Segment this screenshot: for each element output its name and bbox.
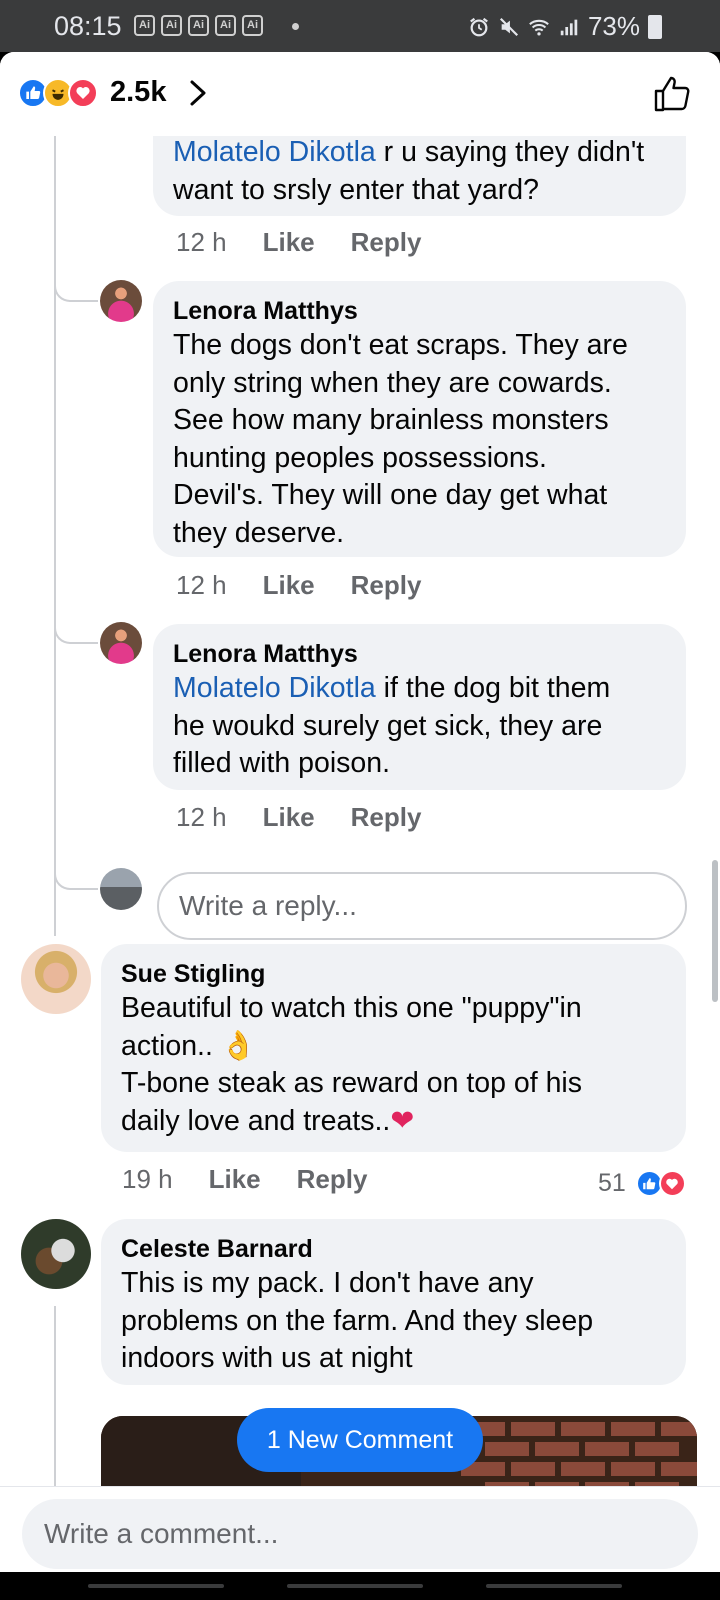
avatar[interactable] [100, 622, 142, 664]
comment-text: only string when they are cowards. [173, 366, 612, 399]
reply-comment-button[interactable]: Reply [351, 227, 422, 258]
mention-link[interactable]: Molatelo Dikotla [173, 672, 376, 704]
avatar[interactable] [100, 280, 142, 322]
comment-actions: 12 h Like Reply [176, 227, 457, 258]
ai-badge-icon: Ai [161, 15, 182, 36]
comment-actions: 12 h Like Reply [176, 570, 457, 601]
nav-home-button[interactable] [287, 1584, 423, 1588]
like-comment-button[interactable]: Like [263, 227, 315, 258]
nav-back-button[interactable] [486, 1584, 622, 1588]
battery-icon [648, 14, 662, 39]
thread-connector [54, 620, 98, 644]
status-icons: 73% [468, 11, 662, 42]
comment-bubble[interactable]: Lenora Matthys Molatelo Dikotla if the d… [153, 624, 686, 790]
thread-connector [54, 866, 98, 890]
comment-text: problems on the farm. And they sleep [121, 1304, 594, 1337]
comment-timestamp: 12 h [176, 802, 227, 832]
comment-timestamp: 12 h [176, 570, 227, 600]
status-bar: 08:15 Ai Ai Ai Ai Ai 73% [0, 0, 720, 52]
reply-input[interactable]: Write a reply... [157, 872, 687, 940]
scrollbar[interactable] [712, 860, 718, 1002]
comment-timestamp: 12 h [176, 227, 227, 257]
comment-text: Molatelo Dikotla if the dog bit them [173, 672, 611, 704]
ai-badge-icon: Ai [215, 15, 236, 36]
comment-reaction-count: 51 [598, 1169, 626, 1197]
comment-text: Devil's. They will one day get what [173, 479, 608, 511]
comment-text: The dogs don't eat scraps. They are [173, 329, 628, 361]
love-icon [658, 1170, 686, 1197]
more-notifications-dot-icon [292, 23, 299, 30]
comment-text: want to srsly enter that yard? [173, 173, 539, 206]
comment-author[interactable]: Lenora Matthys [173, 638, 666, 670]
avatar[interactable] [21, 1219, 91, 1289]
comment-author[interactable]: Lenora Matthys [173, 295, 666, 327]
comment-text: This is my pack. I don't have any [121, 1267, 534, 1299]
comment-author[interactable]: Sue Stigling [121, 958, 666, 990]
like-comment-button[interactable]: Like [263, 570, 315, 601]
comment-bubble[interactable]: Lenora Matthys The dogs don't eat scraps… [153, 281, 686, 557]
comment-text: filled with poison. [173, 747, 391, 779]
mute-icon [499, 17, 518, 36]
ai-badge-icon: Ai [242, 15, 263, 36]
reply-comment-button[interactable]: Reply [297, 1164, 368, 1195]
comment-text: See how many brainless monsters [173, 404, 609, 436]
love-icon [68, 78, 98, 108]
comment-text: indoors with us at night [121, 1342, 413, 1374]
comment-text: he woukd surely get sick, they are [173, 709, 603, 742]
comment-actions: 12 h Like Reply [176, 802, 457, 833]
comment-input[interactable]: Write a comment... [22, 1499, 698, 1569]
like-comment-button[interactable]: Like [263, 802, 315, 833]
chevron-right-icon[interactable] [186, 78, 210, 108]
reaction-count[interactable]: 2.5k [110, 76, 166, 109]
comment-text: they deserve. [173, 516, 345, 549]
nav-recents-button[interactable] [88, 1584, 224, 1588]
reply-comment-button[interactable]: Reply [351, 802, 422, 833]
battery-percent: 73% [587, 11, 640, 41]
comment-actions: 19 h Like Reply [122, 1164, 403, 1195]
reply-comment-button[interactable]: Reply [351, 570, 422, 601]
signal-icon [560, 19, 578, 35]
status-time: 08:15 [54, 11, 122, 41]
notification-badges: Ai Ai Ai Ai Ai [134, 15, 263, 36]
comment-text: Beautiful to watch this one "puppy"in [121, 992, 582, 1024]
like-post-button[interactable] [652, 74, 692, 114]
comment-bubble[interactable]: Celeste Barnard This is my pack. I don't… [101, 1219, 686, 1385]
wifi-icon [529, 19, 549, 36]
comment-text: action.. 👌 [121, 1029, 257, 1062]
comment-text: Molatelo Dikotla r u saying they didn't [173, 136, 645, 168]
comments-sheet: 2.5k Molatelo Dikotla r u saying they di… [0, 52, 720, 1572]
comment-timestamp: 19 h [122, 1164, 173, 1194]
comment-composer: Write a comment... [0, 1486, 720, 1572]
thread-connector [54, 278, 98, 302]
avatar[interactable] [21, 944, 91, 1014]
comment-reactions[interactable]: 51 [598, 1169, 686, 1198]
heart-emoji-icon: ❤ [390, 1104, 415, 1137]
reaction-summary[interactable] [18, 78, 98, 108]
like-comment-button[interactable]: Like [209, 1164, 261, 1195]
comment-author[interactable]: Celeste Barnard [121, 1233, 666, 1265]
thread-line [54, 136, 56, 936]
ai-badge-icon: Ai [134, 15, 155, 36]
system-nav-bar [0, 1572, 720, 1600]
comment-bubble[interactable]: Sue Stigling Beautiful to watch this one… [101, 944, 686, 1152]
reactions-header: 2.5k [0, 52, 720, 136]
ai-badge-icon: Ai [188, 15, 209, 36]
comment-text: T-bone steak as reward on top of his [121, 1067, 583, 1099]
comment-text: daily love and treats..❤ [121, 1104, 415, 1137]
mention-link[interactable]: Molatelo Dikotla [173, 136, 376, 168]
alarm-icon [470, 17, 488, 36]
new-comment-button[interactable]: 1 New Comment [237, 1408, 483, 1472]
comment-text: hunting peoples possessions. [173, 441, 547, 474]
thread-line [54, 1306, 56, 1486]
my-avatar [100, 868, 142, 910]
